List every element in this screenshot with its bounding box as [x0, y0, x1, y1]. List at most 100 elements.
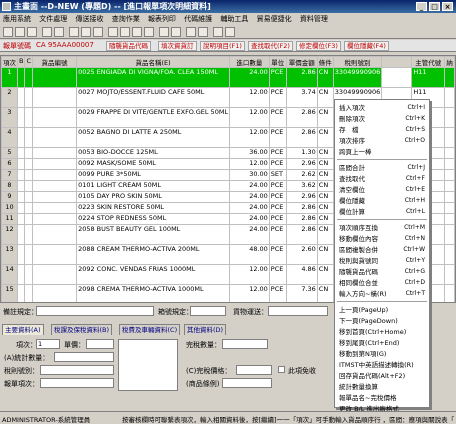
cell-end[interactable]: [444, 169, 455, 181]
cell-c[interactable]: [24, 107, 33, 128]
cell-term[interactable]: CN: [316, 67, 334, 88]
cell-goods-no[interactable]: [32, 180, 78, 192]
row-number[interactable]: 15: [1, 284, 18, 302]
cell-goods-no[interactable]: [32, 202, 78, 214]
cell-c[interactable]: [24, 264, 33, 285]
cell-end[interactable]: [444, 284, 455, 302]
row-number[interactable]: 3: [1, 107, 18, 128]
tab-other[interactable]: 其他資料(D): [184, 324, 227, 335]
cell-term[interactable]: CN: [316, 244, 334, 265]
cell-qty[interactable]: 24.00: [229, 213, 270, 225]
cell-tariff[interactable]: 33049990906: [332, 67, 383, 88]
cell-qty[interactable]: 24.00: [229, 67, 270, 88]
open-icon[interactable]: [15, 27, 25, 37]
cell-qty[interactable]: 30.00: [229, 169, 270, 181]
cell-goods-no[interactable]: [32, 213, 78, 225]
cell-b[interactable]: [16, 284, 26, 302]
cell-term[interactable]: CN: [316, 87, 334, 108]
exempt-checkbox[interactable]: [278, 366, 285, 373]
cell-goods-name[interactable]: 0099 PURE 3*50ML: [76, 169, 231, 181]
row-number[interactable]: 1: [1, 67, 18, 88]
row-number[interactable]: 13: [1, 244, 18, 265]
cell-price[interactable]: 7.36: [285, 284, 318, 302]
row-number[interactable]: 8: [1, 180, 18, 192]
hide-field-button[interactable]: 欄位隱藏(F4): [344, 41, 389, 51]
cell-c[interactable]: [24, 202, 33, 214]
cell-b[interactable]: [16, 169, 26, 181]
cell-goods-no[interactable]: [32, 158, 78, 170]
cell-c[interactable]: [24, 244, 33, 265]
cell-qty[interactable]: 24.00: [229, 191, 270, 203]
row-number[interactable]: 9: [1, 191, 18, 203]
col-header[interactable]: 單價金額: [285, 56, 318, 68]
cell-qty[interactable]: 12.00: [229, 87, 270, 108]
col-header[interactable]: 條件: [316, 56, 334, 68]
cell-term[interactable]: CN: [316, 284, 334, 302]
row-number[interactable]: 14: [1, 264, 18, 285]
cell-term[interactable]: CN: [316, 158, 334, 170]
cell-c[interactable]: [24, 180, 33, 192]
tab-vehicle[interactable]: 稅費及車輛資料(C): [119, 324, 181, 335]
cell-unit[interactable]: PCE: [268, 67, 287, 88]
cell-goods-no[interactable]: [32, 127, 78, 148]
last-icon[interactable]: [144, 27, 154, 37]
cell-term[interactable]: CN: [316, 180, 334, 192]
law-input[interactable]: [222, 378, 272, 388]
cell-unit[interactable]: PCE: [268, 213, 287, 225]
menu-transfer[interactable]: 傳送接收: [72, 13, 106, 25]
ref-input[interactable]: [40, 378, 114, 388]
cell-c[interactable]: [24, 224, 33, 245]
cell-price[interactable]: 2.96: [285, 191, 318, 203]
cell-unit[interactable]: PCE: [268, 147, 287, 159]
cell-b[interactable]: [16, 127, 26, 148]
close-button[interactable]: ×: [442, 2, 453, 11]
cell-goods-no[interactable]: [32, 107, 78, 128]
cell-b[interactable]: [16, 244, 26, 265]
cell-goods-no[interactable]: [32, 224, 78, 245]
cell-unit[interactable]: PCE: [268, 87, 287, 108]
cell-b[interactable]: [16, 180, 26, 192]
cell-price[interactable]: 2.86: [285, 107, 318, 128]
cell-b[interactable]: [16, 67, 26, 88]
item-no-input[interactable]: 1: [36, 339, 60, 349]
cell-goods-name[interactable]: 0092 MASK/SOME 50ML: [76, 158, 231, 170]
cell-qty[interactable]: 48.00: [229, 244, 270, 265]
cell-goods-no[interactable]: [32, 284, 78, 302]
cell-term[interactable]: CN: [316, 107, 334, 128]
menu-data[interactable]: 資料管理: [297, 13, 331, 25]
context-menu-item[interactable]: 跨頁上一棒: [335, 146, 429, 158]
cell-b[interactable]: [16, 158, 26, 170]
col-header[interactable]: [381, 56, 413, 68]
cell-b[interactable]: [16, 213, 26, 225]
row-number[interactable]: 11: [1, 213, 18, 225]
cell-goods-no[interactable]: [32, 264, 78, 285]
cell-price[interactable]: 1.30: [285, 147, 318, 159]
cell-c[interactable]: [24, 147, 33, 159]
declared-input[interactable]: [222, 339, 268, 349]
cell-goods-name[interactable]: 0053 BIO-DOCCE 125ML: [76, 147, 231, 159]
cell-c[interactable]: [24, 169, 33, 181]
col-header[interactable]: 單位: [268, 56, 287, 68]
maximize-button[interactable]: □: [429, 2, 440, 11]
cell-qty[interactable]: 24.00: [229, 224, 270, 245]
copy-icon[interactable]: [81, 27, 91, 37]
cell-unit[interactable]: PCE: [268, 191, 287, 203]
menu-documents[interactable]: 文件處理: [36, 13, 70, 25]
cell-unit[interactable]: PCE: [268, 284, 287, 302]
cell-price[interactable]: 2.86: [285, 67, 318, 88]
cell-price[interactable]: 4.86: [285, 264, 318, 285]
cell-end[interactable]: [444, 202, 455, 214]
cell-goods-no[interactable]: [32, 147, 78, 159]
cell-unit[interactable]: PCE: [268, 224, 287, 245]
context-menu-item[interactable]: 欄位計算 Ctrl+L: [335, 206, 429, 218]
note-input[interactable]: [36, 306, 154, 316]
table-row[interactable]: 1 0025 ENGIADA DI VIGNA/FOA. CLEA 150ML 24…: [1, 67, 455, 88]
cell-end[interactable]: [444, 244, 455, 265]
help-icon[interactable]: [213, 27, 223, 37]
cell-end[interactable]: [444, 147, 455, 159]
cell-unit[interactable]: PCE: [268, 244, 287, 265]
cell-end[interactable]: [444, 87, 455, 108]
help-item-button[interactable]: 說明項目(F1): [200, 41, 245, 51]
print-icon[interactable]: [42, 27, 52, 37]
save-icon[interactable]: [27, 27, 37, 37]
